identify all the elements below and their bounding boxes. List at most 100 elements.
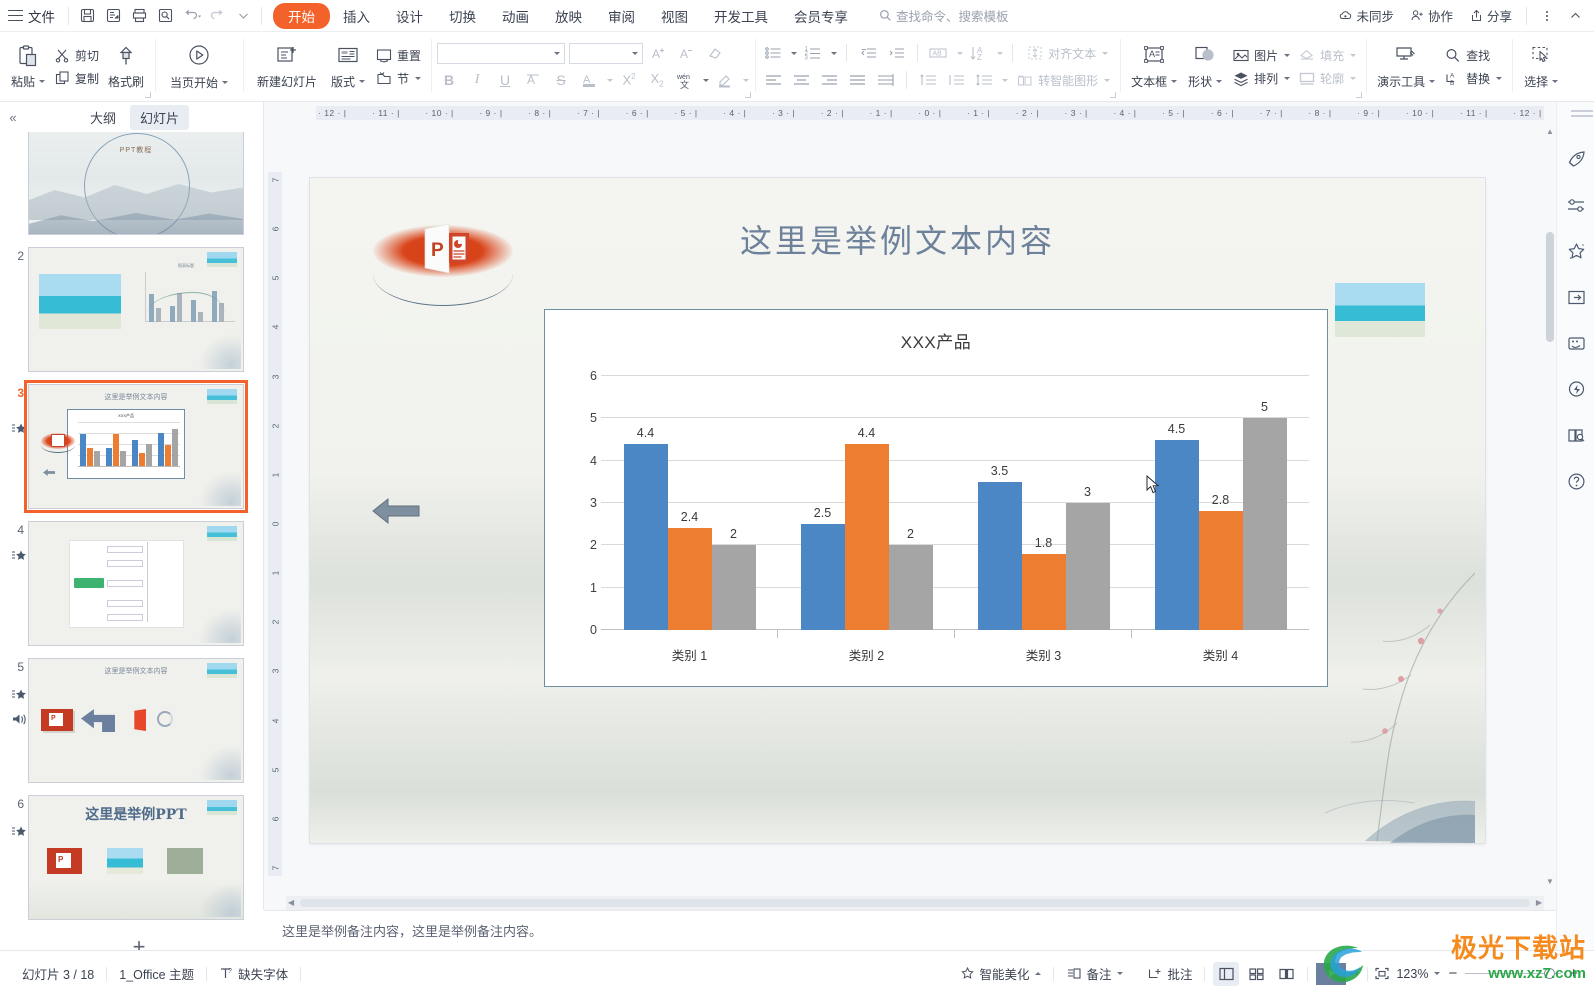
theme-label[interactable]: 1_Office 主题 [107,964,206,983]
paragraph-dialog-launcher[interactable] [1110,92,1117,98]
tab-transition[interactable]: 切换 [436,3,489,29]
slide-thumbnail-5[interactable]: 这里是举例文本内容 P [28,658,244,783]
chart-bar[interactable]: 3 [1065,485,1110,630]
reading-view-icon[interactable] [1273,962,1299,986]
save-icon[interactable] [74,3,100,29]
chart-bar[interactable]: 4.4 [623,426,668,630]
horizontal-ruler-track[interactable]: · 12 · | · 11 · | · 10 · | · 9 · | · 8 · | · … [316,106,1544,120]
slide-canvas[interactable]: 这里是举例文本内容 P XXX产品 0 1 2 3 4 5 6 4.4 2.4 … [310,178,1485,843]
tab-slides[interactable]: 幻灯片 [130,104,190,130]
slide-corner-photo[interactable] [1335,283,1425,337]
vscroll-thumb[interactable] [1546,232,1554,342]
align-text-button[interactable]: 对齐文本 [1022,43,1112,63]
chart-bar[interactable]: 2.4 [667,510,712,630]
slide-thumbnail-2[interactable]: 图表标题 [28,247,244,372]
arrange-button[interactable]: 排列 [1228,69,1294,88]
customize-quick-access-icon[interactable] [230,3,256,29]
tab-developer[interactable]: 开发工具 [701,3,781,29]
format-painter-button[interactable]: 格式刷 [103,42,149,92]
slide-thumbnail-3[interactable]: 这里是举例文本内容 XXX产品 [24,380,248,513]
text-direction-icon[interactable]: AB [927,42,951,64]
search-command-box[interactable]: 查找命令、搜索模板 [879,6,1009,25]
chart-object[interactable]: XXX产品 0 1 2 3 4 5 6 4.4 2.4 2 2.5 4.4 2 3.5 1.8 3 4.5 2.… [544,309,1328,687]
chart-bar[interactable]: 1.8 [1021,536,1066,630]
bullet-list-icon[interactable] [761,42,785,64]
help-icon[interactable] [1557,458,1594,504]
zoom-caret-icon[interactable] [1434,972,1441,975]
chart-category-group[interactable]: 2.5 4.4 2 [778,376,955,638]
settings-sliders-icon[interactable] [1557,182,1594,228]
italic-button[interactable]: I [465,69,489,91]
thumbnail-list[interactable]: 1 PPT教程 2 图表标题 [0,132,264,982]
canvas-horizontal-scrollbar[interactable]: ◀ ▶ [286,896,1544,910]
chart-bar[interactable]: 2.8 [1198,493,1243,630]
zoom-in-button[interactable]: + [1567,965,1580,982]
tab-view[interactable]: 视图 [648,3,701,29]
shape-button[interactable]: 形状 [1182,42,1228,92]
tab-outline[interactable]: 大纲 [80,105,126,130]
vertical-ruler-track[interactable]: 7 6 5 4 3 2 1 0 1 2 3 4 5 6 7 [268,172,282,876]
copy-button[interactable]: 复制 [50,69,103,88]
increase-indent-icon[interactable] [884,42,908,64]
fit-slide-icon[interactable] [1374,966,1390,981]
tab-review[interactable]: 审阅 [595,3,648,29]
file-menu-button[interactable]: 文件 [24,3,63,29]
chart-bar[interactable]: 5 [1242,400,1287,630]
layout-button[interactable]: 版式 [325,42,371,92]
tab-start[interactable]: 开始 [273,2,330,29]
save-as-icon[interactable] [100,3,126,29]
more-vertical-icon[interactable] [1534,3,1560,29]
section-button[interactable]: 节 [371,69,425,88]
font-dialog-launcher[interactable] [745,92,752,98]
cut-button[interactable]: 剪切 [50,46,103,65]
pinyin-guide-button[interactable]: wén 文 [673,69,697,91]
slide-thumbnail-4[interactable] [28,521,244,646]
increase-paragraph-spacing-icon[interactable] [944,69,968,91]
notes-toggle-button[interactable]: 备注 [1054,964,1135,983]
line-spacing-icon[interactable] [972,69,996,91]
zoom-out-button[interactable]: − [1446,965,1459,982]
lightning-idea-icon[interactable] [1557,366,1594,412]
slide-sorter-icon[interactable] [1243,962,1269,986]
resource-icon[interactable] [1557,320,1594,366]
thumbnail-row[interactable]: 6 这里是举例PPT P [0,795,264,932]
font-color-button[interactable]: A [577,69,601,91]
normal-view-icon[interactable] [1213,961,1240,986]
underline-button[interactable]: U [493,69,517,91]
picture-button[interactable]: 图片 [1228,46,1294,65]
reading-icon[interactable] [1557,412,1594,458]
clear-format-icon[interactable] [703,42,727,64]
collaborate-button[interactable]: 协作 [1403,4,1460,28]
outline-button[interactable]: 轮廓 [1294,69,1360,88]
clipboard-dialog-launcher[interactable] [145,92,152,98]
align-right-icon[interactable] [817,69,841,91]
missing-font-button[interactable]: ? 缺失字体 [207,964,300,983]
decrease-line-spacing-icon[interactable] [916,69,940,91]
chart-bar[interactable]: 3.5 [977,464,1022,630]
decrease-indent-icon[interactable] [856,42,880,64]
char-border-button[interactable]: A [521,69,545,91]
chart-category-group[interactable]: 4.5 2.8 5 [1132,376,1309,630]
replace-button[interactable]: AB 替换 [1440,69,1506,88]
main-menu-icon[interactable] [8,9,24,22]
highlighter-button[interactable] [713,69,737,91]
strikethrough-button[interactable]: S [549,69,573,91]
start-from-current-button[interactable]: 当页开始 [161,41,237,93]
zoom-slider-knob[interactable] [1544,968,1556,979]
chart-bar[interactable]: 2.5 [800,506,845,630]
font-size-select[interactable] [569,42,644,64]
redo-icon[interactable] [204,3,230,29]
to-smartart-button[interactable]: 转智能图形 [1012,70,1114,90]
new-slide-button[interactable]: 新建幻灯片 [249,42,325,92]
chevron-up-icon[interactable] [1562,3,1588,29]
print-icon[interactable] [126,3,152,29]
scroll-down-icon[interactable]: ▼ [1544,874,1556,888]
thumbnail-row[interactable]: 1 PPT教程 [0,132,264,247]
thumbnail-row[interactable]: 4 [0,521,264,658]
paste-button[interactable]: 粘贴 [6,42,50,92]
superscript-button[interactable]: X2 [617,69,641,91]
font-family-select[interactable] [437,42,566,64]
rocket-icon[interactable] [1557,136,1594,182]
scroll-right-icon[interactable]: ▶ [1536,898,1542,907]
slide-thumbnail-6[interactable]: 这里是举例PPT P [28,795,244,920]
